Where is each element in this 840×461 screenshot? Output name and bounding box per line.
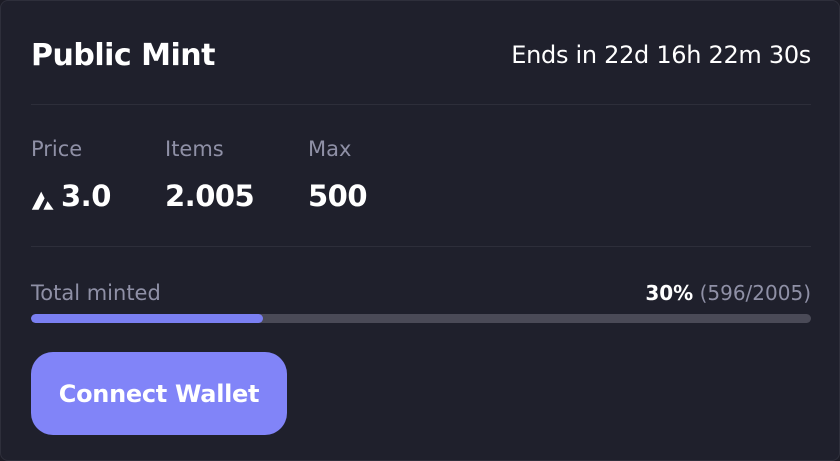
- progress-percent: 30%: [645, 281, 694, 305]
- mint-header: Public Mint Ends in 22d 16h 22m 30s: [31, 35, 811, 75]
- stat-price-value: 3.0: [61, 179, 111, 213]
- progress-bar: [31, 314, 811, 323]
- mint-stats: Price 3.0 Items 2.005 Max 500: [31, 137, 368, 213]
- stat-items: Items 2.005: [165, 137, 308, 213]
- progress-count: (596/2005): [699, 281, 811, 305]
- stat-price-label: Price: [31, 137, 83, 161]
- stat-items-label: Items: [165, 137, 224, 161]
- header-divider: [31, 104, 811, 105]
- connect-wallet-button[interactable]: Connect Wallet: [31, 352, 287, 435]
- progress-row: Total minted 30% (596/2005): [31, 279, 811, 307]
- stat-price: Price 3.0: [31, 137, 165, 213]
- progress-meta: 30% (596/2005): [645, 281, 811, 305]
- avalanche-token-icon: [31, 185, 55, 210]
- stat-max-value: 500: [308, 179, 368, 213]
- stat-items-value: 2.005: [165, 179, 255, 213]
- stat-price-value-row: 3.0: [31, 179, 165, 213]
- public-mint-card: Public Mint Ends in 22d 16h 22m 30s Pric…: [0, 0, 840, 461]
- progress-label: Total minted: [31, 281, 161, 305]
- mint-countdown: Ends in 22d 16h 22m 30s: [511, 41, 811, 69]
- stats-divider: [31, 246, 811, 247]
- progress-bar-fill: [31, 314, 263, 323]
- stat-max-label: Max: [308, 137, 352, 161]
- stat-max: Max 500: [308, 137, 368, 213]
- mint-title: Public Mint: [31, 37, 215, 73]
